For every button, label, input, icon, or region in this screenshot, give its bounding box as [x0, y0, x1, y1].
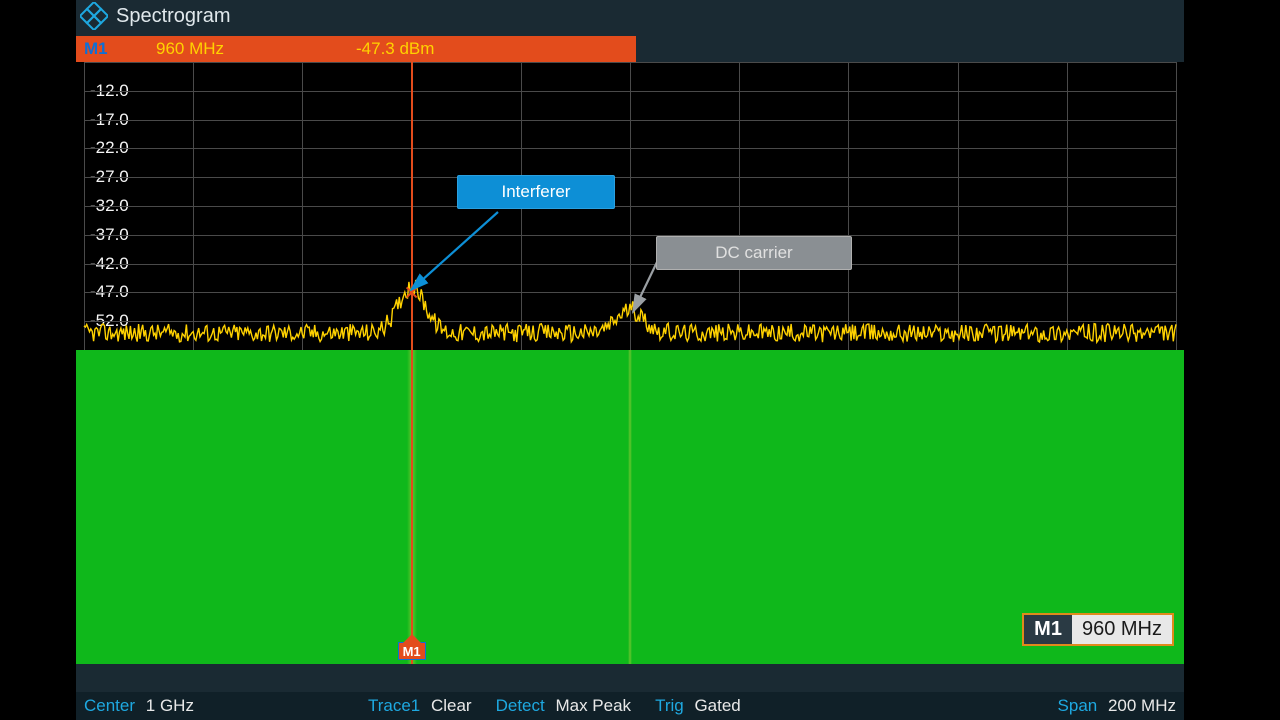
waterfall-dc-line	[628, 350, 632, 664]
status-trig[interactable]: Trig Gated	[655, 696, 741, 716]
status-trace-label: Trace1	[368, 696, 420, 715]
marker-id: M1	[76, 39, 156, 59]
dc-carrier-callout: DC carrier	[656, 236, 852, 270]
status-span-label: Span	[1058, 696, 1098, 715]
status-detect-label: Detect	[496, 696, 545, 715]
waterfall-marker-flag[interactable]: M1	[398, 642, 426, 660]
marker-badge[interactable]: M1 960 MHz	[1022, 613, 1174, 646]
status-trace-value: Clear	[431, 696, 472, 715]
marker-badge-id: M1	[1024, 615, 1072, 644]
marker-power: -47.3 dBm	[356, 39, 434, 59]
dc-carrier-label: DC carrier	[715, 243, 792, 262]
status-center[interactable]: Center 1 GHz	[84, 696, 194, 716]
waterfall-marker-line[interactable]	[411, 350, 413, 664]
marker-badge-freq: 960 MHz	[1072, 615, 1172, 644]
spectrum-trace	[76, 62, 1184, 350]
window-title: Spectrogram	[116, 5, 231, 28]
status-detect[interactable]: Detect Max Peak	[496, 696, 631, 716]
status-detect-value: Max Peak	[555, 696, 631, 715]
waterfall-marker-flag-text: M1	[403, 644, 421, 659]
status-center-label: Center	[84, 696, 135, 715]
spectrogram-app: Spectrogram M1 960 MHz -47.3 dBm -12.0-1…	[76, 0, 1184, 720]
status-span-value: 200 MHz	[1108, 696, 1176, 715]
marker-vertical-line[interactable]	[411, 62, 413, 350]
status-span[interactable]: Span 200 MHz	[1058, 696, 1176, 716]
marker-readout-bar[interactable]: M1 960 MHz -47.3 dBm	[76, 36, 636, 62]
marker-frequency: 960 MHz	[156, 39, 356, 59]
waterfall-display[interactable]: M1 M1 960 MHz	[76, 350, 1184, 664]
spectrum-display[interactable]: -12.0-17.0-22.0-27.0-32.0-37.0-42.0-47.0…	[76, 62, 1184, 350]
status-trig-label: Trig	[655, 696, 684, 715]
status-center-value: 1 GHz	[146, 696, 194, 715]
status-trig-value: Gated	[694, 696, 740, 715]
plot-area: -12.0-17.0-22.0-27.0-32.0-37.0-42.0-47.0…	[76, 62, 1184, 690]
brand-logo-icon	[80, 2, 108, 30]
interferer-callout: Interferer	[457, 175, 615, 209]
status-bar: Center 1 GHz Trace1 Clear Detect Max Pea…	[76, 692, 1184, 720]
status-trace[interactable]: Trace1 Clear	[368, 696, 472, 716]
title-bar: Spectrogram	[76, 0, 1184, 32]
interferer-label: Interferer	[502, 182, 571, 201]
